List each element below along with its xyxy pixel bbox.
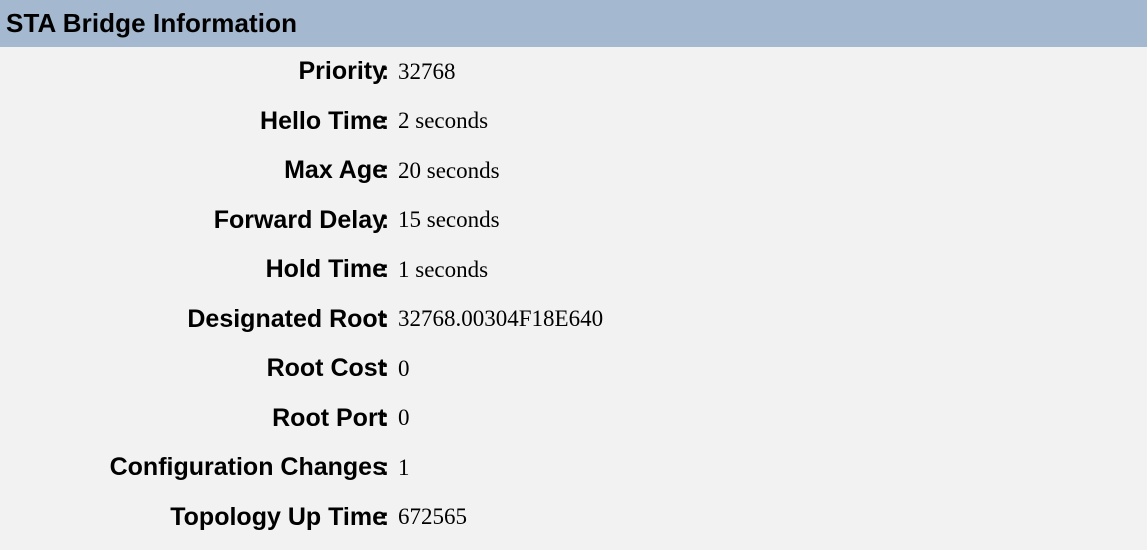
field-label: Topology Up Time — [170, 502, 386, 531]
bridge-info-table: Priority : 32768 Hello Time : 2 seconds … — [0, 47, 1147, 550]
field-value: 1 — [398, 454, 410, 480]
row-forward-delay: Forward Delay : 15 seconds — [0, 196, 1147, 246]
row-hold-time: Hold Time : 1 seconds — [0, 245, 1147, 295]
field-label: Priority — [298, 57, 386, 86]
field-label: Configuration Changes — [109, 453, 386, 482]
row-configuration-changes: Configuration Changes : 1 — [0, 443, 1147, 493]
label-separator: : — [380, 255, 390, 284]
row-root-cost: Root Cost : 0 — [0, 344, 1147, 394]
label-separator: : — [380, 205, 390, 234]
label-separator: : — [380, 403, 390, 432]
row-max-age: Max Age : 20 seconds — [0, 146, 1147, 196]
sta-bridge-information-panel: STA Bridge Information Priority : 32768 … — [0, 0, 1147, 550]
field-value: 32768.00304F18E640 — [398, 306, 604, 332]
field-value: 0 — [398, 355, 410, 381]
field-label: Forward Delay — [213, 205, 386, 234]
field-value: 32768 — [398, 58, 456, 84]
field-label: Hold Time — [265, 255, 386, 284]
field-value: 1 seconds — [398, 256, 489, 282]
row-priority: Priority : 32768 — [0, 47, 1147, 97]
field-value: 2 seconds — [398, 108, 489, 134]
row-hello-time: Hello Time : 2 seconds — [0, 97, 1147, 147]
label-separator: : — [380, 354, 390, 383]
panel-title: STA Bridge Information — [0, 0, 1147, 47]
label-separator: : — [380, 502, 390, 531]
row-designated-root: Designated Root : 32768.00304F18E640 — [0, 295, 1147, 345]
row-root-port: Root Port : 0 — [0, 394, 1147, 444]
field-value: 0 — [398, 405, 410, 431]
field-label: Max Age — [284, 156, 386, 185]
field-label: Hello Time — [260, 106, 386, 135]
field-label: Designated Root — [187, 304, 386, 333]
field-value: 15 seconds — [398, 207, 500, 233]
label-separator: : — [380, 453, 390, 482]
row-topology-up-time: Topology Up Time : 672565 — [0, 493, 1147, 543]
field-label: Root Port — [272, 403, 386, 432]
label-separator: : — [380, 57, 390, 86]
field-value: 672565 — [398, 504, 467, 530]
field-value: 20 seconds — [398, 157, 500, 183]
label-separator: : — [380, 156, 390, 185]
label-separator: : — [380, 304, 390, 333]
field-label: Root Cost — [266, 354, 386, 383]
label-separator: : — [380, 106, 390, 135]
